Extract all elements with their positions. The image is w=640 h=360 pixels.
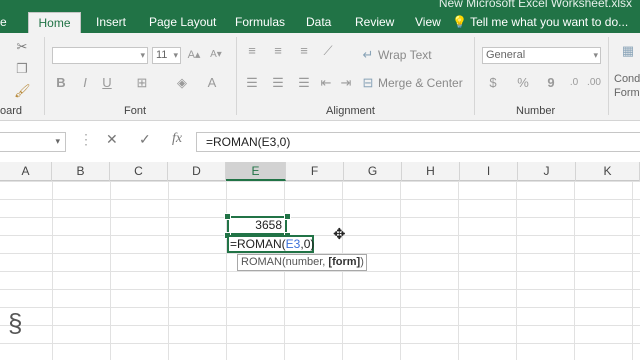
merge-center-icon: ⊟ [362,75,374,90]
shrink-font-icon[interactable]: A▾ [208,47,224,63]
number-group-label: Number [516,105,556,117]
italic-button[interactable]: I [78,75,92,91]
formula-input[interactable]: =ROMAN(E3,0) [196,132,640,152]
column-header-selected[interactable]: E [226,162,286,181]
number-format-value: General [486,49,526,61]
chevron-down-icon: ▾ [173,50,178,60]
tooltip-argument: [form] [328,256,361,268]
conditional-formatting-icon: ▦ [621,43,635,58]
tell-me-text: Tell me what you want to do... [470,15,629,29]
formula-suffix: ,0) [300,237,315,251]
ribbon-tab-bar: New Microsoft Excel Worksheet.xlsx e Hom… [0,0,640,33]
borders-icon[interactable]: ⊞ [134,75,150,91]
tab-file[interactable]: e [0,12,7,33]
column-header[interactable]: H [402,162,460,181]
column-header[interactable]: C [110,162,168,181]
formula-bar: ▾ ⋮ ✕ ✓ fx =ROMAN(E3,0) [0,125,640,158]
cancel-button[interactable]: ✕ [106,131,118,148]
insert-function-button[interactable]: fx [172,131,182,147]
merge-center-button[interactable]: Merge & Center [378,76,463,90]
tab-insert[interactable]: Insert [96,12,126,33]
align-middle-icon[interactable]: ≡ [270,43,286,59]
fill-color-icon[interactable]: ◈ [174,75,190,91]
tab-review[interactable]: Review [355,12,394,33]
number-format-select[interactable]: General ▾ [482,47,601,64]
cell-e4-editor[interactable]: =ROMAN(E3,0) [227,235,314,253]
align-left-icon[interactable]: ☰ [244,75,260,91]
font-group-label: Font [124,105,147,117]
ribbon-divider [236,37,237,115]
ribbon-home: ✂ ❐ 🖌 oard ▾ 11 ▾ A▴ A▾ B I U ⊞ ◈ A Font … [0,33,640,121]
align-top-icon[interactable]: ≡ [244,43,260,59]
dragon-logo-icon: § [8,308,23,338]
font-size-value: 11 [156,49,168,61]
comma-button[interactable]: 9 [544,75,558,91]
column-header[interactable]: K [576,162,640,181]
currency-button[interactable]: $ [486,75,500,91]
column-header[interactable]: G [344,162,402,181]
cell-e3[interactable]: 3658 [227,216,287,235]
ribbon-divider [44,37,45,115]
tab-view[interactable]: View [415,12,441,33]
ribbon-divider [608,37,609,115]
column-header[interactable]: F [286,162,344,181]
resize-handle[interactable] [224,213,231,220]
increase-decimal-icon[interactable]: .0 [566,75,582,91]
copy-icon[interactable]: ❐ [14,61,30,77]
column-header-row: A B C D E F G H I J K [0,162,640,181]
tab-formulas[interactable]: Formulas [235,12,285,33]
column-header[interactable]: J [518,162,576,181]
lightbulb-icon: 💡 [452,15,467,29]
font-size-select[interactable]: 11 ▾ [152,47,181,64]
conditional-formatting-line1[interactable]: Cond [614,73,640,85]
formula-prefix: =ROMAN( [230,237,286,251]
decrease-decimal-icon[interactable]: .00 [586,75,602,91]
column-header[interactable]: B [52,162,110,181]
formula-bar-grip-icon: ⋮ [79,131,93,147]
conditional-formatting-line2[interactable]: Forma [614,87,640,99]
tooltip-close: ) [360,256,364,268]
resize-handle[interactable] [284,213,291,220]
clipboard-group-label: oard [0,105,23,117]
increase-indent-icon[interactable]: ⇥ [338,75,354,91]
column-header[interactable]: A [0,162,52,181]
font-color-icon[interactable]: A [204,75,220,91]
percent-button[interactable]: % [516,75,530,91]
alignment-group-label: Alignment [326,105,375,117]
grow-font-icon[interactable]: A▴ [186,47,202,63]
align-center-icon[interactable]: ☰ [270,75,286,91]
decrease-indent-icon[interactable]: ⇤ [318,75,334,91]
tooltip-function: ROMAN(number, [241,256,329,268]
column-header[interactable]: D [168,162,226,181]
chevron-down-icon: ▾ [140,50,145,60]
wrap-text-button[interactable]: Wrap Text [378,48,432,62]
bold-button[interactable]: B [54,75,68,91]
orientation-icon[interactable]: ⟋ [320,43,336,59]
cell-reference: E3 [285,237,301,251]
chevron-down-icon: ▾ [593,50,598,60]
align-right-icon[interactable]: ☰ [296,75,312,91]
enter-button[interactable]: ✓ [139,131,151,148]
tab-page-layout[interactable]: Page Layout [149,12,216,33]
underline-button[interactable]: U [100,75,114,91]
font-name-select[interactable]: ▾ [52,47,148,64]
column-header[interactable]: I [460,162,518,181]
tell-me-search[interactable]: 💡 Tell me what you want to do... [452,12,628,33]
align-bottom-icon[interactable]: ≡ [296,43,312,59]
function-tooltip: ROMAN(number, [form]) [237,254,367,271]
name-box[interactable]: ▾ [0,132,66,152]
chevron-down-icon: ▾ [55,136,60,146]
ribbon-divider [474,37,475,115]
wrap-text-icon: ↵ [362,47,374,62]
cursor-icon: ✥ [333,226,346,243]
cut-icon[interactable]: ✂ [14,39,30,55]
window-title: New Microsoft Excel Worksheet.xlsx [438,0,632,10]
tab-data[interactable]: Data [306,12,331,33]
format-painter-icon[interactable]: 🖌 [14,83,31,99]
tab-home[interactable]: Home [28,12,81,33]
